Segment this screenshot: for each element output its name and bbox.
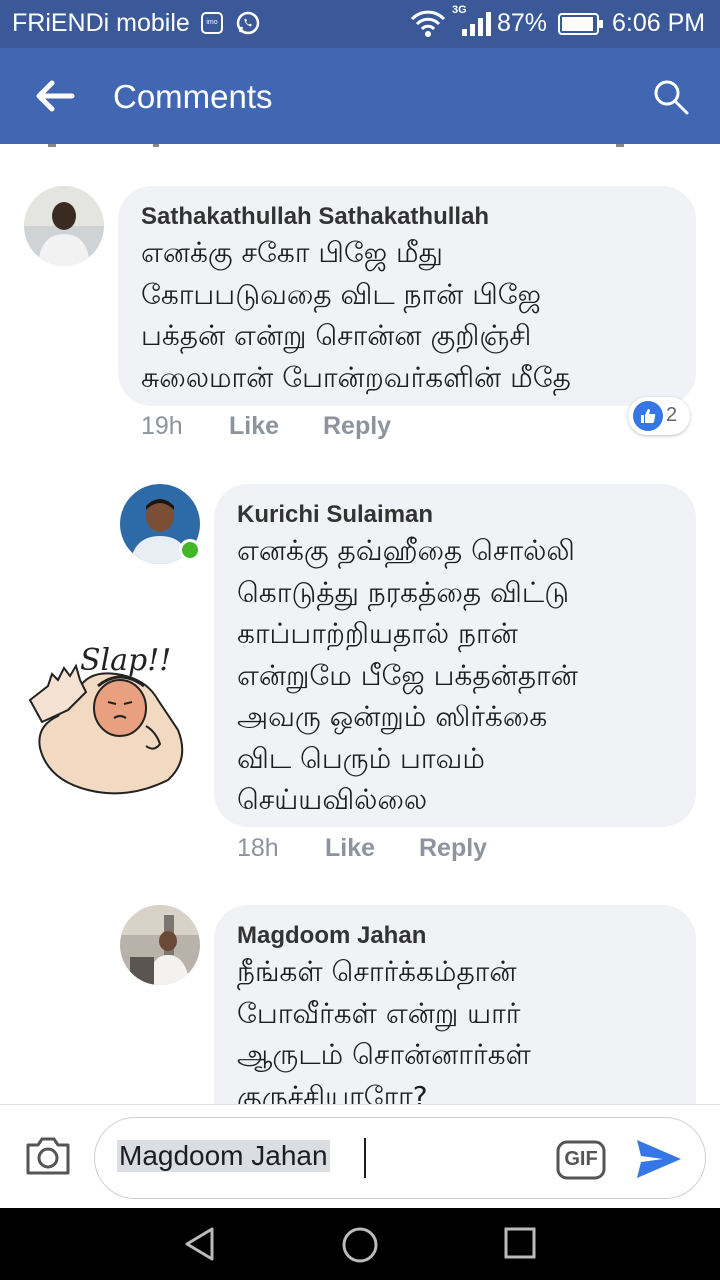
comment-text: எனக்கு தவ்ஹீதை சொல்லி கொடுத்து நரகத்தை வ… bbox=[237, 534, 578, 816]
status-bar: FRiENDi mobile imo 3G 87% 6:06 PM bbox=[0, 0, 720, 48]
slap-sticker[interactable]: Slap!! bbox=[28, 630, 196, 798]
signal-icon bbox=[462, 12, 491, 36]
previous-comment-edge bbox=[48, 144, 624, 147]
comment-text: நீங்கள் சொர்க்கம்தான் போவீர்கள் என்று யா… bbox=[237, 955, 531, 1113]
like-button[interactable]: Like bbox=[229, 412, 279, 441]
reply-button[interactable]: Reply bbox=[419, 834, 487, 863]
battery-icon bbox=[558, 13, 603, 35]
carrier-label: FRiENDi mobile bbox=[12, 9, 190, 37]
comment-timestamp: 18h bbox=[237, 834, 279, 862]
app-bar: Comments bbox=[0, 48, 720, 144]
like-reaction-icon bbox=[633, 401, 663, 431]
comment-author[interactable]: Kurichi Sulaiman bbox=[237, 501, 433, 529]
nav-back-icon[interactable] bbox=[182, 1226, 218, 1262]
imo-icon: imo bbox=[201, 12, 223, 34]
comment-composer: Magdoom Jahan GIF bbox=[0, 1104, 720, 1208]
gif-label: GIF bbox=[564, 1148, 598, 1170]
camera-icon[interactable] bbox=[24, 1133, 72, 1177]
reply-button[interactable]: Reply bbox=[323, 412, 391, 441]
reaction-count: 2 bbox=[666, 404, 678, 426]
page-title: Comments bbox=[113, 78, 273, 115]
nav-home-icon[interactable] bbox=[341, 1226, 379, 1264]
wifi-icon bbox=[410, 10, 446, 37]
whatsapp-icon bbox=[236, 11, 260, 35]
comment-timestamp: 19h bbox=[141, 412, 183, 440]
battery-percent: 87% bbox=[497, 9, 548, 37]
send-icon[interactable] bbox=[635, 1138, 683, 1180]
comment-text: எனக்கு சகோ பிஜே மீது கோபபடுவதை விட நான் … bbox=[141, 236, 571, 394]
comment-input[interactable]: Magdoom Jahan GIF bbox=[94, 1117, 706, 1199]
online-status-indicator bbox=[179, 539, 201, 561]
comment-author[interactable]: Magdoom Jahan bbox=[237, 922, 426, 950]
gif-button[interactable]: GIF bbox=[556, 1140, 606, 1180]
nav-recents-icon[interactable] bbox=[503, 1226, 537, 1260]
sticker-caption: Slap!! bbox=[80, 643, 171, 678]
comment-input-value: Magdoom Jahan bbox=[117, 1140, 330, 1172]
clock: 6:06 PM bbox=[612, 9, 706, 37]
system-nav-bar bbox=[0, 1208, 720, 1280]
search-icon[interactable] bbox=[652, 78, 690, 116]
arrow-left-icon[interactable] bbox=[32, 76, 76, 116]
text-caret bbox=[364, 1138, 366, 1178]
comment-author[interactable]: Sathakathullah Sathakathullah bbox=[141, 203, 489, 231]
like-button[interactable]: Like bbox=[325, 834, 375, 863]
avatar[interactable] bbox=[24, 186, 104, 266]
reaction-badge[interactable]: 2 bbox=[628, 397, 690, 435]
avatar[interactable] bbox=[120, 905, 200, 985]
